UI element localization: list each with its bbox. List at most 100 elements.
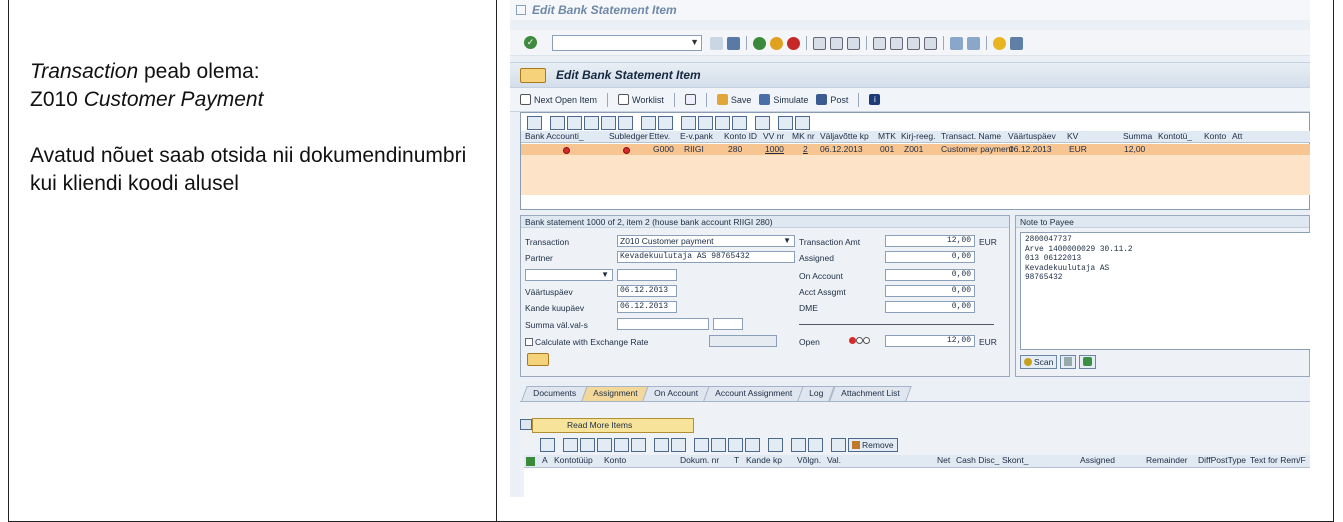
column-header[interactable]: Bank Accounti_ (525, 131, 584, 141)
scan-button[interactable]: Scan (1020, 355, 1058, 369)
next-page-icon[interactable] (907, 36, 920, 50)
prev-page-icon[interactable] (890, 36, 903, 50)
partner-field[interactable]: Kevadekuulutaja AS 98765432 (617, 251, 795, 263)
exit-icon[interactable] (770, 36, 783, 50)
tab-documents[interactable]: Documents (521, 386, 588, 401)
move-up-icon[interactable] (791, 438, 806, 452)
column-header[interactable]: Kontotü_ (1158, 131, 1192, 141)
refresh-button[interactable] (684, 94, 696, 105)
find-icon[interactable] (584, 116, 599, 130)
chevron-down-icon[interactable]: ▼ (690, 37, 699, 47)
sum-icon[interactable] (641, 116, 656, 130)
column-header[interactable]: Att (1232, 131, 1242, 141)
filter-icon[interactable] (618, 116, 633, 130)
sort-asc-icon[interactable] (550, 116, 565, 130)
sort-desc-icon[interactable] (567, 116, 582, 130)
command-field[interactable]: ▼ (552, 35, 702, 51)
refresh-note-button[interactable] (1079, 355, 1097, 369)
exchange-rate-checkbox-wrap[interactable]: Calculate with Exchange Rate (525, 337, 648, 347)
column-header[interactable]: Val. (827, 455, 841, 465)
transaction-select[interactable]: Z010 Customer payment ▼ (617, 235, 795, 247)
find-next-icon[interactable] (847, 36, 860, 50)
worklist-button[interactable]: Worklist (618, 94, 664, 105)
layout-icon[interactable] (745, 438, 760, 452)
partner-id-field[interactable] (617, 269, 677, 281)
sum-icon[interactable] (654, 438, 669, 452)
column-header[interactable]: Kontotüüp (554, 455, 593, 465)
column-header[interactable]: Transact. Name (941, 131, 1001, 141)
column-header[interactable]: Konto ID (724, 131, 757, 141)
tab-account-assignment[interactable]: Account Assignment (703, 386, 805, 401)
cell-item-number[interactable]: 2 (803, 144, 808, 154)
select-all-icon[interactable] (526, 457, 535, 466)
column-header[interactable]: Väljavõtte kp (820, 131, 869, 141)
filter-icon[interactable] (631, 438, 646, 452)
checkbox[interactable] (525, 338, 533, 346)
column-header[interactable]: Kirj-reeg. (901, 131, 935, 141)
foreign-amount-field[interactable] (617, 318, 709, 330)
column-header[interactable]: MTK (878, 131, 896, 141)
column-header[interactable]: Dokum. nr (680, 455, 719, 465)
value-date-field[interactable]: 06.12.2013 (617, 285, 677, 297)
find-icon[interactable] (830, 36, 843, 50)
back-icon[interactable] (710, 36, 723, 50)
column-header[interactable]: Summa (1123, 131, 1152, 141)
enter-partner-button[interactable] (527, 353, 549, 366)
cancel-icon[interactable] (787, 36, 800, 50)
next-open-item-button[interactable]: Next Open Item (520, 94, 597, 105)
column-header[interactable]: Assigned (1080, 455, 1115, 465)
table-row[interactable]: G000 RIIGI 280 1000 2 06.12.2013 001 Z00… (521, 144, 1310, 155)
sort-desc-icon[interactable] (580, 438, 595, 452)
partner-type-select[interactable]: ▼ (525, 269, 613, 281)
save-button[interactable]: Save (716, 94, 751, 105)
note-to-payee-text[interactable]: 2800047737 Arve 1400000029 30.11.2 013 0… (1020, 232, 1310, 350)
back-nav-icon[interactable] (753, 36, 766, 50)
column-header[interactable]: Remainder (1146, 455, 1188, 465)
cell-statement-number[interactable]: 1000 (765, 144, 784, 154)
export-icon[interactable] (711, 438, 726, 452)
column-header[interactable]: VV nr (763, 131, 784, 141)
column-header[interactable]: Kande kp (746, 455, 782, 465)
delete-button[interactable] (1060, 355, 1077, 369)
post-button[interactable]: Post (816, 94, 848, 105)
refresh-grid-icon[interactable] (831, 438, 846, 452)
enter-icon[interactable]: ✓ (524, 36, 537, 49)
column-header[interactable]: MK nr (792, 131, 815, 141)
save-icon[interactable] (727, 36, 740, 50)
column-header[interactable]: KV (1067, 131, 1078, 141)
first-page-icon[interactable] (873, 36, 886, 50)
find-next-icon[interactable] (601, 116, 616, 130)
spreadsheet-icon[interactable] (715, 116, 730, 130)
tab-attachment-list[interactable]: Attachment List (828, 386, 911, 401)
column-header[interactable]: Cash Disc_ (956, 455, 999, 465)
export-icon[interactable] (698, 116, 713, 130)
remove-button[interactable]: Remove (848, 438, 898, 452)
chevron-down-icon[interactable]: ▼ (601, 270, 609, 280)
info-button[interactable]: i (869, 94, 881, 105)
collapse-icon[interactable] (520, 419, 532, 430)
column-header[interactable]: A (542, 455, 548, 465)
print-icon[interactable] (813, 36, 826, 50)
graphic-icon[interactable] (768, 438, 783, 452)
column-header[interactable]: Konto (604, 455, 626, 465)
spreadsheet-icon[interactable] (728, 438, 743, 452)
foreign-currency-field[interactable] (713, 318, 743, 330)
sort-asc-icon[interactable] (563, 438, 578, 452)
help-icon[interactable] (993, 36, 1006, 50)
last-page-icon[interactable] (924, 36, 937, 50)
tab-assignment[interactable]: Assignment (581, 386, 650, 401)
move-down-icon[interactable] (808, 438, 823, 452)
read-more-items-button[interactable]: Read More Items (532, 418, 694, 433)
print-preview-icon[interactable] (694, 438, 709, 452)
shortcut-icon[interactable] (967, 36, 980, 50)
column-header[interactable]: Skont_ (1002, 455, 1028, 465)
new-session-icon[interactable] (950, 36, 963, 50)
column-header[interactable]: Konto (1204, 131, 1226, 141)
column-header[interactable]: Võlgn. (797, 455, 821, 465)
find-next-icon[interactable] (614, 438, 629, 452)
menu-icon[interactable] (520, 68, 546, 83)
column-header[interactable]: Net (937, 455, 950, 465)
layout-icon[interactable] (732, 116, 747, 130)
find-icon[interactable] (597, 438, 612, 452)
posting-date-field[interactable]: 06.12.2013 (617, 301, 677, 313)
